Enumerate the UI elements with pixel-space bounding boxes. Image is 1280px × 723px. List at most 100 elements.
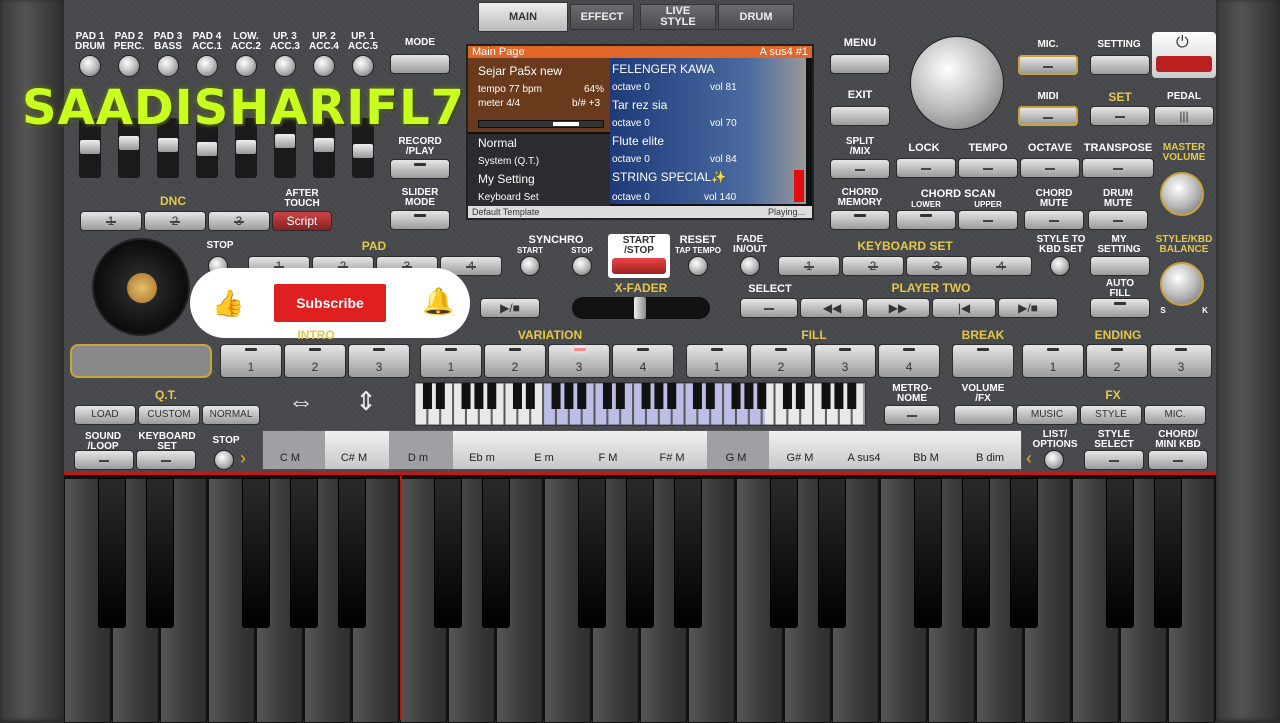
dnc-button-3[interactable]: 3 xyxy=(208,211,270,231)
split-point-icon[interactable]: ⇔ xyxy=(283,386,319,422)
tab-main[interactable]: MAIN xyxy=(478,2,568,32)
chord-mini-kbd-button[interactable] xyxy=(1148,450,1208,470)
style-kbd-balance-knob[interactable] xyxy=(1160,262,1204,306)
master-volume-knob[interactable] xyxy=(1160,172,1204,216)
midi-button[interactable] xyxy=(1018,106,1078,126)
metronome-button[interactable] xyxy=(884,405,940,425)
chord-6[interactable]: F M xyxy=(583,452,633,464)
black-key[interactable] xyxy=(98,478,126,628)
script-button[interactable]: Script xyxy=(272,211,332,231)
dnc-button-1[interactable]: 1 xyxy=(80,211,142,231)
black-key[interactable] xyxy=(674,478,702,628)
black-key[interactable] xyxy=(242,478,270,628)
mini-black-key[interactable] xyxy=(512,383,522,409)
mic-button[interactable] xyxy=(1018,55,1078,75)
drum-mute-button[interactable] xyxy=(1088,210,1148,230)
mini-black-key[interactable] xyxy=(422,383,432,409)
mini-black-key[interactable] xyxy=(525,383,535,409)
chord-memory-button[interactable] xyxy=(830,210,890,230)
black-key[interactable] xyxy=(578,478,606,628)
chord-scan-upper-button[interactable] xyxy=(958,210,1018,230)
up1-acc5-knob[interactable] xyxy=(352,55,374,77)
mini-black-key[interactable] xyxy=(564,383,574,409)
auto-fill-button[interactable] xyxy=(1090,298,1150,318)
mode-button[interactable] xyxy=(390,54,450,74)
fill-button-4[interactable]: 4 xyxy=(878,344,940,378)
kbd-set-button-2[interactable]: 2 xyxy=(842,256,904,276)
display-slot[interactable] xyxy=(70,344,212,378)
chord-3[interactable]: D m xyxy=(393,452,443,464)
kbd-set-button-1[interactable]: 1 xyxy=(778,256,840,276)
qt-custom-button[interactable]: CUSTOM xyxy=(138,405,200,425)
mini-black-key[interactable] xyxy=(821,383,831,409)
fill-button-3[interactable]: 3 xyxy=(814,344,876,378)
pedal-button[interactable]: ||| xyxy=(1154,106,1214,126)
thumbs-up-icon[interactable]: 👍 xyxy=(212,288,244,319)
variation-button-3[interactable]: 3 xyxy=(548,344,610,378)
fill-button-2[interactable]: 2 xyxy=(750,344,812,378)
mini-black-key[interactable] xyxy=(641,383,651,409)
style-to-kbd-knob[interactable] xyxy=(1050,256,1070,276)
mini-black-key[interactable] xyxy=(782,383,792,409)
setting-button[interactable] xyxy=(1090,55,1150,75)
mini-keyboard[interactable] xyxy=(414,382,866,426)
tab-drum[interactable]: DRUM xyxy=(718,4,794,30)
up2-acc4-knob[interactable] xyxy=(313,55,335,77)
chord-5[interactable]: E m xyxy=(519,452,569,464)
keyboard-set-button[interactable] xyxy=(136,450,196,470)
pad2-knob[interactable] xyxy=(118,55,140,77)
keyboard-range-icon[interactable]: ⇕ xyxy=(348,386,384,422)
mini-black-key[interactable] xyxy=(705,383,715,409)
intro-button-1[interactable]: 1 xyxy=(220,344,282,378)
mini-black-key[interactable] xyxy=(474,383,484,409)
fill-button-1[interactable]: 1 xyxy=(686,344,748,378)
player-select-button[interactable] xyxy=(740,298,798,318)
mini-black-key[interactable] xyxy=(744,383,754,409)
black-key[interactable] xyxy=(338,478,366,628)
low-acc2-knob[interactable] xyxy=(235,55,257,77)
x-fader-handle[interactable] xyxy=(634,297,646,319)
mini-black-key[interactable] xyxy=(834,383,844,409)
break-button[interactable] xyxy=(952,344,1014,378)
slider-mode-button[interactable] xyxy=(390,210,450,230)
black-key[interactable] xyxy=(1010,478,1038,628)
list-options-knob[interactable] xyxy=(1044,450,1064,470)
volume-fx-button[interactable] xyxy=(954,405,1014,425)
mini-black-key[interactable] xyxy=(692,383,702,409)
exit-button[interactable] xyxy=(830,106,890,126)
x-fader-track[interactable] xyxy=(572,297,710,319)
chord-10[interactable]: A sus4 xyxy=(839,452,889,464)
jog-wheel[interactable] xyxy=(92,238,190,336)
mini-black-key[interactable] xyxy=(795,383,805,409)
set-button[interactable] xyxy=(1090,106,1150,126)
black-key[interactable] xyxy=(434,478,462,628)
data-dial[interactable] xyxy=(910,36,1004,130)
fast-forward-button[interactable]: ▶▶ xyxy=(866,298,930,318)
mini-black-key[interactable] xyxy=(654,383,664,409)
chord-12[interactable]: B dim xyxy=(965,452,1015,464)
up3-acc3-knob[interactable] xyxy=(274,55,296,77)
pad1-knob[interactable] xyxy=(79,55,101,77)
intro-button-3[interactable]: 3 xyxy=(348,344,410,378)
chord-8[interactable]: G M xyxy=(711,452,761,464)
pad4-knob[interactable] xyxy=(196,55,218,77)
stop2-knob[interactable] xyxy=(214,450,234,470)
chord-mute-button[interactable] xyxy=(1024,210,1084,230)
split-mix-button[interactable] xyxy=(830,159,890,179)
chord-11[interactable]: Bb M xyxy=(901,452,951,464)
black-key[interactable] xyxy=(818,478,846,628)
tempo-down-button[interactable] xyxy=(958,158,1018,178)
start-stop-button[interactable] xyxy=(612,258,666,274)
style-select-button[interactable] xyxy=(1084,450,1144,470)
mini-black-key[interactable] xyxy=(602,383,612,409)
record-play-button[interactable] xyxy=(390,159,450,179)
chord-next-arrow-icon[interactable]: › xyxy=(240,448,246,469)
transpose-button[interactable] xyxy=(1082,158,1154,178)
intro-button-2[interactable]: 2 xyxy=(284,344,346,378)
variation-button-1[interactable]: 1 xyxy=(420,344,482,378)
black-key[interactable] xyxy=(146,478,174,628)
bell-icon[interactable]: 🔔 xyxy=(422,286,454,317)
tab-effect[interactable]: EFFECT xyxy=(570,4,634,30)
subscribe-button[interactable]: Subscribe xyxy=(274,284,386,322)
chord-strip[interactable] xyxy=(262,430,1022,470)
